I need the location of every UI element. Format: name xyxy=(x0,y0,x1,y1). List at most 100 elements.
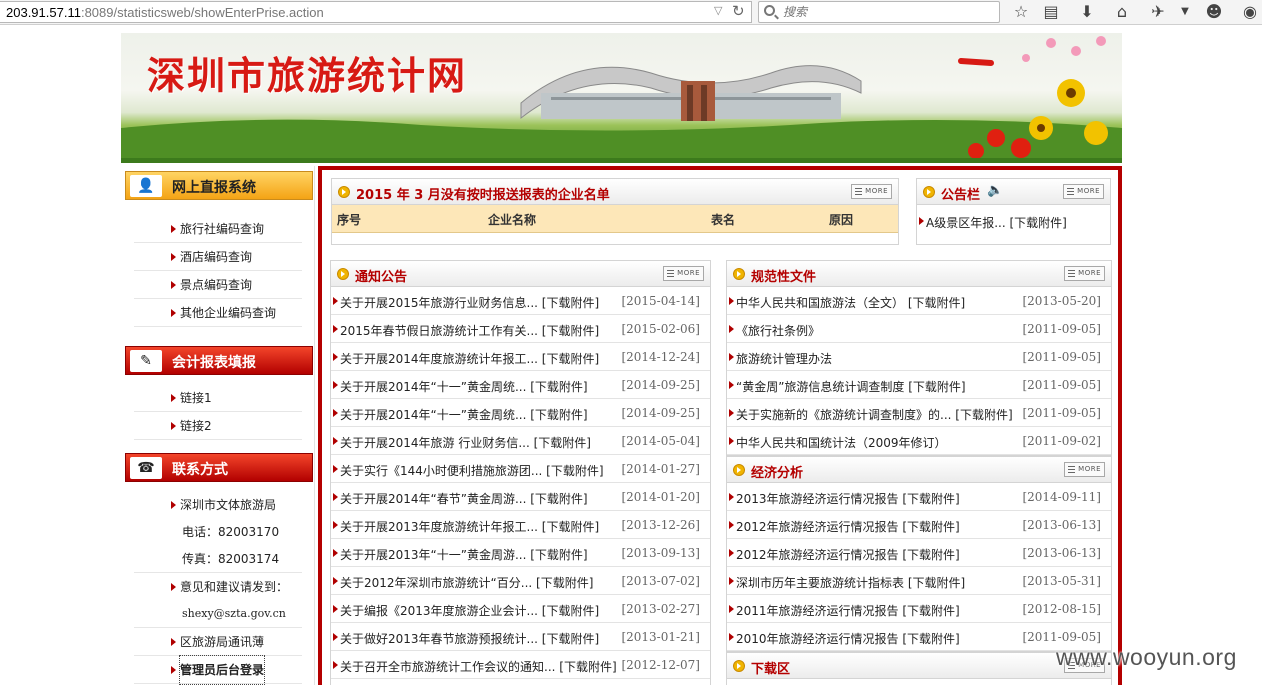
list-item[interactable]: 2015年春节假日旅游统计工作有关... [下载附件] [2015-02-06] xyxy=(331,315,710,343)
sidebar-item-hotel-code[interactable]: 酒店编码查询 xyxy=(134,243,302,271)
list-item-title[interactable]: 关于实行《144小时便利措施旅游团... [下载附件] xyxy=(340,462,604,479)
url-path: :8089/statisticsweb/showEnterPrise.actio… xyxy=(80,5,324,20)
list-item-title[interactable]: 关于开展2013年度旅游统计年报工... [下载附件] xyxy=(340,518,599,535)
list-item-title[interactable]: 2015年春节假日旅游统计工作有关... [下载附件] xyxy=(340,322,599,339)
sidebar-item-other-code[interactable]: 其他企业编码查询 xyxy=(134,299,302,327)
list-item-title[interactable]: 关于编报《2013年度旅游企业会计... [下载附件] xyxy=(340,602,599,619)
list-item-title[interactable]: 关于开展2014年度旅游统计年报工... [下载附件] xyxy=(340,350,599,367)
bookmarks-list-icon[interactable]: ▤ xyxy=(1041,2,1061,22)
list-item[interactable]: 中华人民共和国统计法（2009年修订） [2011-09-02] xyxy=(727,427,1111,455)
download-icon[interactable]: ⬇ xyxy=(1077,2,1097,22)
list-item[interactable]: 关于开展2014年度旅游统计年报工... [下载附件] [2014-12-24] xyxy=(331,343,710,371)
more-button[interactable]: MORE xyxy=(1064,462,1105,477)
bullet-icon xyxy=(923,186,935,198)
list-item-title[interactable]: 关于开展2013年“十一”黄金周游... [下载附件] xyxy=(340,546,588,563)
list-item[interactable]: 关于开展2015年旅游行业财务信息... [下载附件] [2015-04-14] xyxy=(331,287,710,315)
addon-icon[interactable]: ✈ xyxy=(1148,2,1168,22)
arrow-icon xyxy=(171,309,176,317)
home-icon[interactable]: ⌂ xyxy=(1112,2,1132,22)
more-button[interactable]: MORE xyxy=(1064,266,1105,281)
sidebar-item-travel-agency-code[interactable]: 旅行社编码查询 xyxy=(134,215,302,243)
banner-illustration xyxy=(121,36,1122,161)
list-item-title[interactable]: 《旅行社条例》 xyxy=(736,322,820,339)
list-item[interactable]: 关于实行《144小时便利措施旅游团... [下载附件] [2014-01-27] xyxy=(331,455,710,483)
contact-email[interactable]: shexy@szta.gov.cn xyxy=(134,600,302,628)
arrow-icon xyxy=(333,521,338,529)
list-item-title[interactable]: 2012年旅游经济运行情况报告 [下载附件] xyxy=(736,518,960,535)
list-item[interactable]: 深圳市历年主要旅游统计指标表 [下载附件] [2013-05-31] xyxy=(727,567,1111,595)
list-item-title[interactable]: 2010年旅游经济运行情况报告 [下载附件] xyxy=(736,630,960,647)
list-item-title[interactable]: 关于开展2014年“十一”黄金周统... [下载附件] xyxy=(340,406,588,423)
list-item[interactable]: A级景区年报... [下载附件] xyxy=(917,207,1110,235)
list-item-date: [2012-08-15] xyxy=(1022,602,1101,616)
list-item-title[interactable]: “黄金周”旅游信息统计调查制度 [下载附件] xyxy=(736,378,966,395)
list-item-title[interactable]: 关于开展2014年旅游 行业财务信... [下载附件] xyxy=(340,434,591,451)
list-item[interactable]: 关于开展2014年旅游 行业财务信... [下载附件] [2014-05-04] xyxy=(331,427,710,455)
arrow-icon xyxy=(333,633,338,641)
more-button[interactable]: MORE xyxy=(1063,184,1104,199)
url-text[interactable]: 203.91.57.11:8089/statisticsweb/showEnte… xyxy=(6,5,324,20)
list-item-title[interactable]: 深圳市历年主要旅游统计指标表 [下载附件] xyxy=(736,574,965,591)
more-button[interactable]: MORE xyxy=(663,266,704,281)
sidebar-item-scenic-code[interactable]: 景点编码查询 xyxy=(134,271,302,299)
list-item[interactable]: 《旅行社条例》 [2011-09-05] xyxy=(727,315,1111,343)
reload-icon[interactable]: ↻ xyxy=(732,2,745,20)
list-item[interactable]: 关于开展2014年“十一”黄金周统... [下载附件] [2014-09-25] xyxy=(331,399,710,427)
list-item[interactable]: 关于实施新的《旅游统计调查制度》的... [下载附件] [2011-09-05] xyxy=(727,399,1111,427)
arrow-icon xyxy=(171,225,176,233)
list-item-title[interactable]: 2012年旅游经济运行情况报告 [下载附件] xyxy=(736,546,960,563)
bookmark-star-icon[interactable]: ☆ xyxy=(1011,2,1031,22)
menu-dropdown-icon[interactable]: ▼ xyxy=(1175,2,1195,22)
sidebar-item-directory[interactable]: 区旅游局通讯薄 xyxy=(134,628,302,656)
list-item[interactable]: 关于召开全市旅游统计工作会议的通知... [下载附件] [2012-12-07] xyxy=(331,651,710,679)
list-item[interactable]: 2011年旅游经济运行情况报告 [下载附件] [2012-08-15] xyxy=(727,595,1111,623)
panel-header: 规范性文件 MORE xyxy=(727,261,1111,287)
list-item-title[interactable]: 关于2012年深圳市旅游统计“百分... [下载附件] xyxy=(340,574,593,591)
list-item[interactable]: 关于开展2013年度旅游统计年报工... [下载附件] [2013-12-26] xyxy=(331,511,710,539)
list-item[interactable]: “黄金周”旅游信息统计调查制度 [下载附件] [2011-09-05] xyxy=(727,371,1111,399)
content-frame: 2015 年 3 月没有按时报送报表的企业名单 MORE 序号 企业名称 表名 … xyxy=(318,166,1122,685)
address-bar[interactable]: 203.91.57.11:8089/statisticsweb/showEnte… xyxy=(0,1,752,23)
list-item-title[interactable]: 关于召开全市旅游统计工作会议的通知... [下载附件] xyxy=(340,658,617,675)
list-item[interactable]: 2012年旅游经济运行情况报告 [下载附件] [2013-06-13] xyxy=(727,539,1111,567)
list-item-title[interactable]: 关于开展2014年“春节”黄金周游... [下载附件] xyxy=(340,490,588,507)
list-item-title[interactable]: 关于做好2013年春节旅游预报统计... [下载附件] xyxy=(340,630,599,647)
list-item-title[interactable]: A级景区年报... [下载附件] xyxy=(926,214,1067,231)
url-history-dropdown-icon[interactable]: ▽ xyxy=(714,4,722,17)
list-item[interactable]: 关于开展2014年“春节”黄金周游... [下载附件] [2014-01-20] xyxy=(331,483,710,511)
sidebar-item-label: 其他企业编码查询 xyxy=(180,306,277,320)
list-item-title[interactable]: 2011年旅游经济运行情况报告 [下载附件] xyxy=(736,602,960,619)
list-item-title[interactable]: 2013年旅游经济运行情况报告 [下载附件] xyxy=(736,490,960,507)
chat-icon[interactable]: ☻ xyxy=(1204,2,1224,22)
list-item-title[interactable]: 中华人民共和国旅游法（全文） [下载附件] xyxy=(736,294,965,311)
list-item[interactable]: 关于编报《2013年度旅游企业会计... [下载附件] [2013-02-27] xyxy=(331,595,710,623)
list-item[interactable]: 关于开展2014年“十一”黄金周统... [下载附件] [2014-09-25] xyxy=(331,371,710,399)
profile-icon[interactable]: ◉ xyxy=(1240,2,1260,22)
list-item-title[interactable]: 旅游统计管理办法 xyxy=(736,350,832,367)
list-item[interactable]: 2012年旅游经济运行情况报告 [下载附件] [2013-06-13] xyxy=(727,511,1111,539)
list-item[interactable]: 关于开展2013年“十一”黄金周游... [下载附件] [2013-09-13] xyxy=(331,539,710,567)
bullet-icon xyxy=(337,268,349,280)
list-item[interactable]: 旅游统计管理办法 [2011-09-05] xyxy=(727,343,1111,371)
arrow-icon xyxy=(171,638,176,646)
search-input[interactable] xyxy=(783,4,993,20)
panel-title: 下载区 xyxy=(751,662,791,677)
search-box[interactable] xyxy=(758,1,1000,23)
list-item-title[interactable]: 关于实施新的《旅游统计调查制度》的... [下载附件] xyxy=(736,406,1013,423)
sidebar-item-link1[interactable]: 链接1 xyxy=(134,384,302,412)
sidebar-item-link2[interactable]: 链接2 xyxy=(134,412,302,440)
admin-login-link[interactable]: 管理员后台登录 xyxy=(134,655,302,685)
list-item-title[interactable]: 关于开展2014年“十一”黄金周统... [下载附件] xyxy=(340,378,588,395)
list-item[interactable]: 关于2012年深圳市旅游统计“百分... [下载附件] [2013-07-02] xyxy=(331,567,710,595)
list-item-title[interactable]: 关于开展2015年旅游行业财务信息... [下载附件] xyxy=(340,294,599,311)
list-item-title[interactable]: 中华人民共和国统计法（2009年修订） xyxy=(736,434,947,451)
more-button[interactable]: MORE xyxy=(851,184,892,199)
list-item[interactable]: 2013年旅游经济运行情况报告 [下载附件] [2014-09-11] xyxy=(727,483,1111,511)
arrow-icon xyxy=(729,493,734,501)
contact-email-link[interactable]: shexy@szta.gov.cn xyxy=(182,600,286,628)
list-item[interactable]: 关于做好2013年春节旅游预报统计... [下载附件] [2013-01-21] xyxy=(331,623,710,651)
panel-header: 通知公告 MORE xyxy=(331,261,710,287)
list-item[interactable]: 中华人民共和国旅游法（全文） [下载附件] [2013-05-20] xyxy=(727,287,1111,315)
list-item[interactable]: 2010年旅游经济运行情况报告 [下载附件] [2011-09-05] xyxy=(727,623,1111,651)
panel-title: 通知公告 xyxy=(355,270,408,285)
